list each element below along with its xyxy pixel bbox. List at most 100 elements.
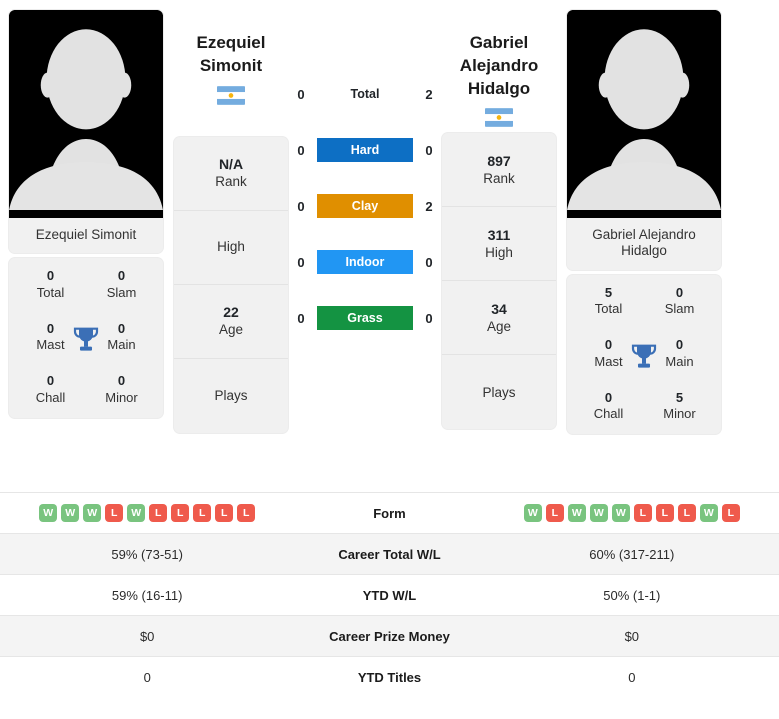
left-surface-value: 0 [297,254,305,270]
surface-titles-column: 0 Total 2 0 Hard 0 0 Clay 2 0 Indoor 0 0 [290,10,440,346]
left-player-titles-card: 0 Total 0 Slam 0 Mast 0 Main 0 Chall 0 M… [9,258,163,418]
left-title-stat: 0 Minor [105,373,138,405]
right-ytd-titles: 0 [484,656,779,698]
form-badge-w: W [127,504,146,522]
right-player-photo-card[interactable]: Gabriel Alejandro Hidalgo [567,10,721,270]
table-row-form: WWWLWLLLLL Form WLWWWLLLWL [0,492,779,534]
left-career-wl: 59% (73-51) [0,533,295,575]
right-name-line: Alejandro [459,55,539,75]
form-badge-l: L [545,504,564,522]
right-player-info-column: Gabriel Alejandro Hidalgo 897 Rank 311 H… [440,10,558,430]
right-ytd-wl: 50% (1-1) [484,574,779,616]
form-badge-l: L [721,504,740,522]
surface-row-hard: 0 Hard 0 [290,122,440,178]
right-surface-value: 0 [425,310,433,326]
right-surface-value: 0 [425,142,433,158]
right-player-photo-column: Gabriel Alejandro Hidalgo 5 Total 0 Slam… [558,10,730,435]
form-badge-w: W [61,504,80,522]
left-player-photo-caption: Ezequiel Simonit [9,218,163,254]
row-label-ytd-wl: YTD W/L [294,574,485,616]
right-name-line: Gabriel [469,33,529,52]
surface-label-grass: Grass [317,306,413,330]
right-info-age: 34 Age [442,281,556,356]
row-label-form: Form [294,492,485,534]
left-info-rank: N/A Rank [174,137,288,211]
left-info-high: High [174,211,288,285]
avatar-silhouette-icon [567,10,721,211]
left-form-strip: WWWLWLLLLL [0,504,294,522]
right-surface-value: 2 [425,86,433,102]
left-form-cell: WWWLWLLLLL [0,492,295,534]
form-badge-l: L [193,504,212,522]
right-title-stat: 0 Slam [664,284,695,317]
surface-row-indoor: 0 Indoor 0 [290,234,440,290]
left-player-name: Ezequiel Simonit [172,32,290,78]
form-badge-w: W [567,504,586,522]
player-comparison-page: Ezequiel Simonit 0 Total 0 Slam 0 Mast 0… [0,0,779,719]
right-player-photo [567,10,721,218]
table-row-career-prize: $0 Career Prize Money $0 [0,615,779,657]
left-player-photo [9,10,163,218]
form-badge-w: W [699,504,718,522]
left-ytd-wl: 59% (16-11) [0,574,295,616]
comparison-stats-table: WWWLWLLLLL Form WLWWWLLLWL 59% (73-51) C… [0,492,779,698]
right-info-high: 311 High [442,207,556,282]
left-name-line: Simonit [199,55,263,75]
comparison-header: Ezequiel Simonit 0 Total 0 Slam 0 Mast 0… [0,0,779,492]
form-badge-l: L [677,504,696,522]
form-badge-w: W [589,504,608,522]
argentina-flag-icon [485,108,513,128]
row-label-career-prize: Career Prize Money [294,615,485,657]
form-badge-w: W [83,504,102,522]
surface-label-indoor: Indoor [317,250,413,274]
right-career-prize: $0 [484,615,779,657]
surface-label-clay: Clay [317,194,413,218]
left-career-prize: $0 [0,615,295,657]
surface-label-hard: Hard [317,138,413,162]
table-row-career-wl: 59% (73-51) Career Total W/L 60% (317-21… [0,533,779,575]
left-surface-value: 0 [297,198,305,214]
table-row-ytd-titles: 0 YTD Titles 0 [0,656,779,698]
form-badge-w: W [611,504,630,522]
left-player-info-column: Ezequiel Simonit N/A Rank High 22 Age Pl… [172,10,290,433]
left-player-info-card: N/A Rank High 22 Age Plays [174,136,288,433]
row-label-career-wl: Career Total W/L [294,533,485,575]
avatar-silhouette-icon [9,10,163,211]
right-player-flag-wrap [485,108,513,128]
left-info-plays: Plays [214,387,248,403]
left-title-stat: 0 Total [36,268,65,300]
form-badge-l: L [171,504,190,522]
right-player-photo-caption: Gabriel Alejandro Hidalgo [567,218,721,270]
surface-row-grass: 0 Grass 0 [290,290,440,346]
left-surface-value: 0 [297,86,305,102]
left-name-line: Ezequiel [196,33,266,52]
right-info-plays: Plays [482,384,516,400]
right-player-titles-card: 5 Total 0 Slam 0 Mast 0 Main 0 Chall 5 M… [567,274,721,435]
right-title-stat: 5 Total [594,284,623,317]
left-title-stat: 0 Chall [35,373,66,405]
row-label-ytd-titles: YTD Titles [294,656,485,698]
form-badge-l: L [105,504,124,522]
form-badge-l: L [215,504,234,522]
surface-row-clay: 0 Clay 2 [290,178,440,234]
right-form-strip: WLWWWLLLWL [485,504,779,522]
form-badge-l: L [633,504,652,522]
left-surface-value: 0 [297,142,305,158]
right-title-stat: 0 Chall [593,389,624,422]
right-player-name: Gabriel Alejandro Hidalgo [440,32,558,100]
form-badge-l: L [237,504,256,522]
right-form-cell: WLWWWLLLWL [484,492,779,534]
surface-row-total: 0 Total 2 [290,66,440,122]
left-player-photo-card[interactable]: Ezequiel Simonit [9,10,163,254]
right-title-stat: 5 Minor [663,389,696,422]
right-surface-value: 2 [425,198,433,214]
right-surface-value: 0 [425,254,433,270]
form-badge-l: L [149,504,168,522]
table-row-ytd-wl: 59% (16-11) YTD W/L 50% (1-1) [0,574,779,616]
form-badge-w: W [523,504,542,522]
left-info-age: 22 Age [174,285,288,359]
left-ytd-titles: 0 [0,656,295,698]
right-career-wl: 60% (317-211) [484,533,779,575]
left-surface-value: 0 [297,310,305,326]
form-badge-l: L [655,504,674,522]
